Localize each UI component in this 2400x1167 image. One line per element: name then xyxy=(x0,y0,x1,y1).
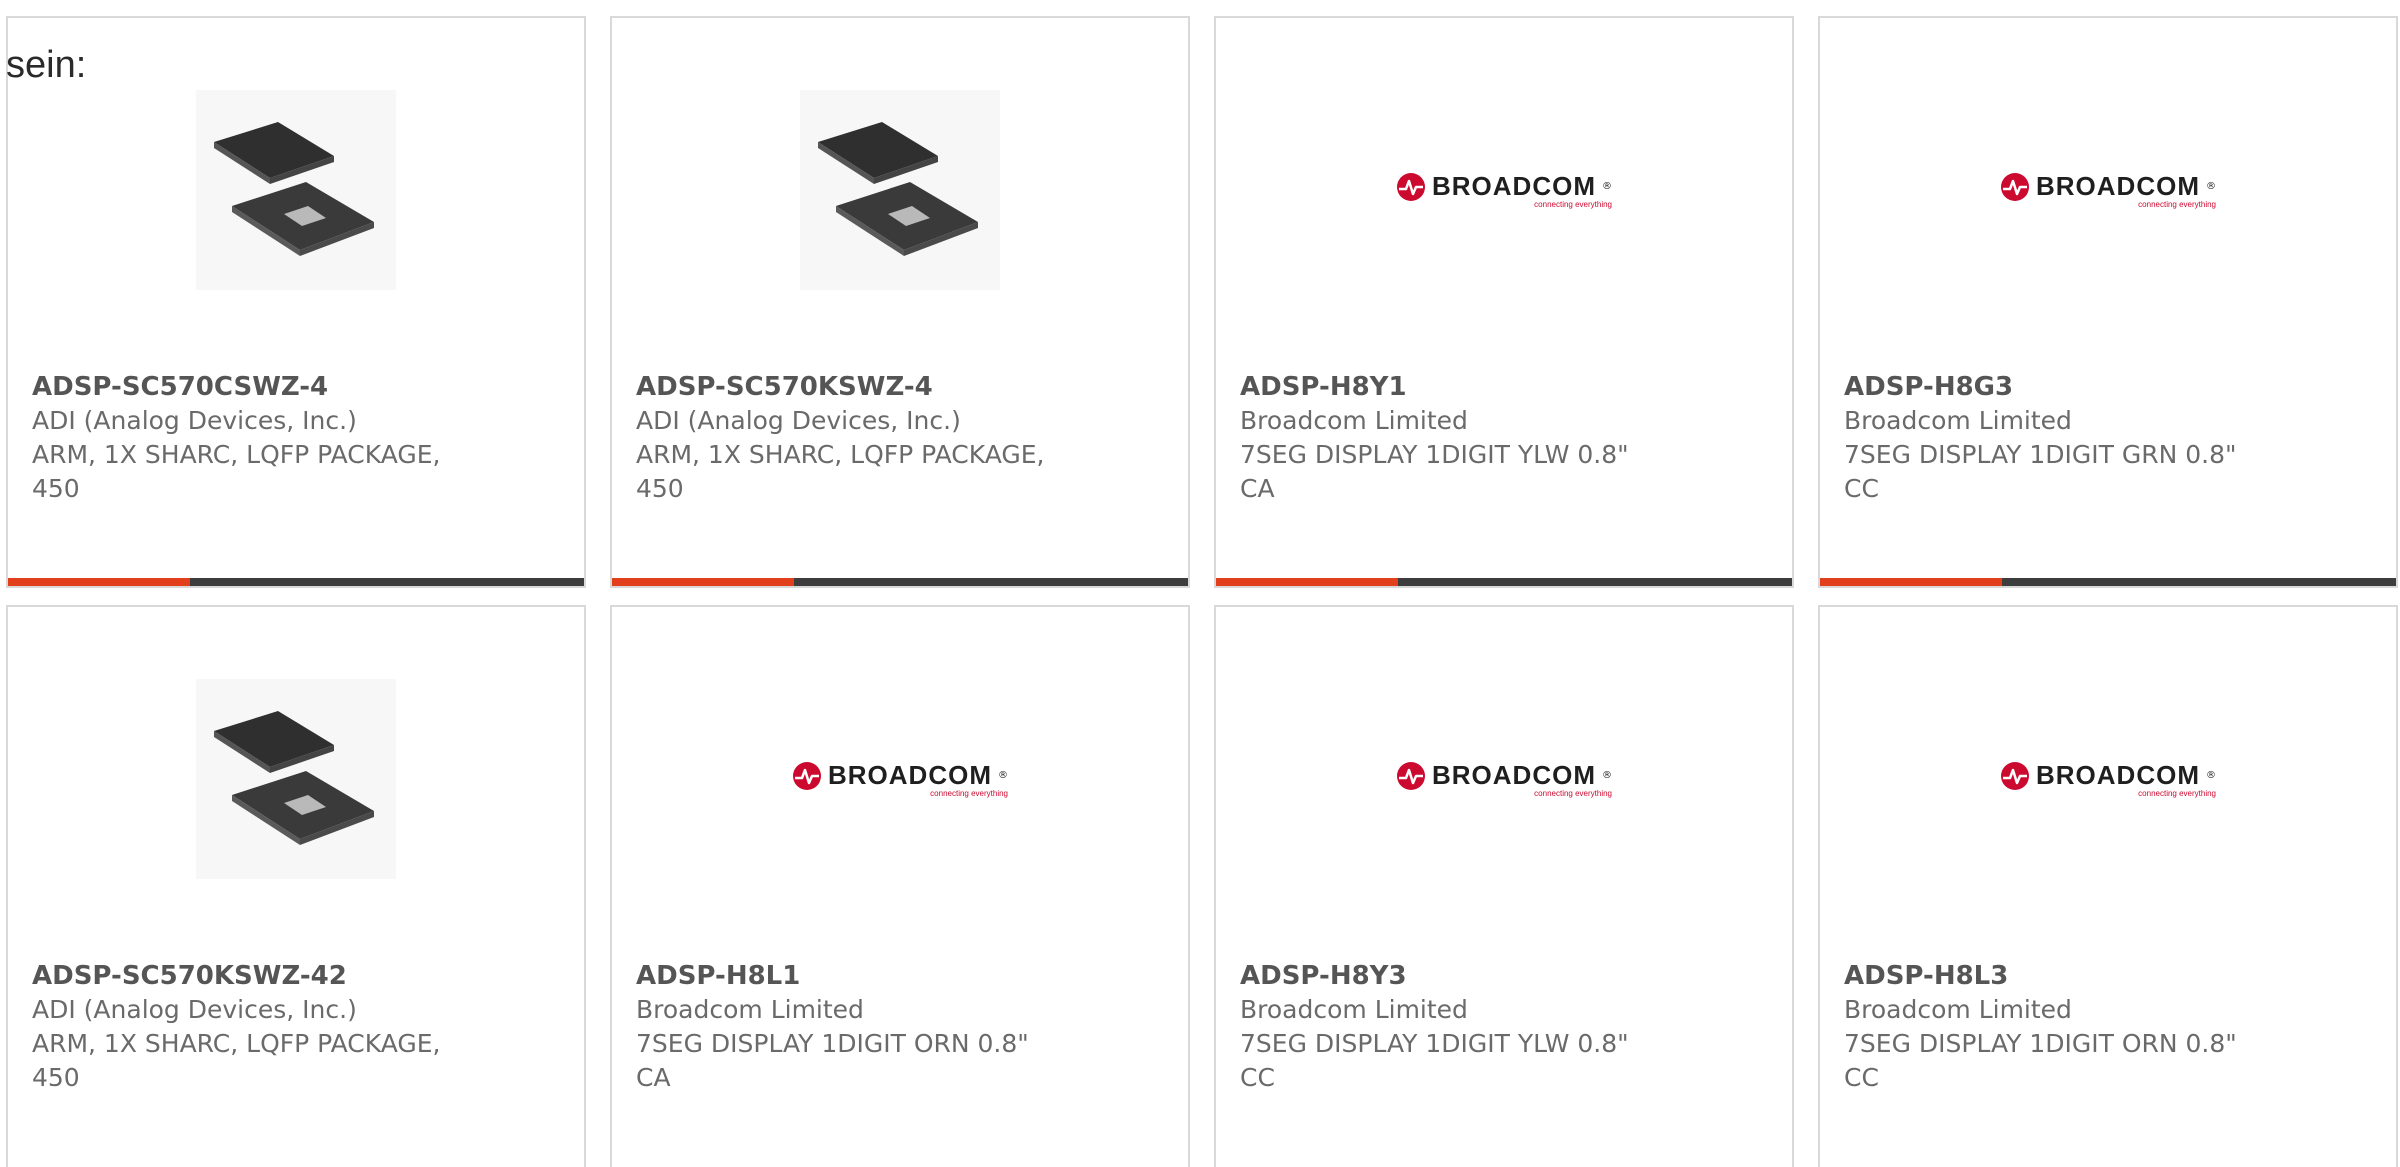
manufacturer-name: Broadcom Limited xyxy=(1240,406,1468,435)
part-number-link[interactable]: ADSP-SC570KSWZ-4 xyxy=(636,370,1056,404)
product-card[interactable]: BROADCOM ® connecting everything ADSP-H8G… xyxy=(1818,16,2398,588)
description-line: 7SEG DISPLAY 1DIGIT GRN 0.8" xyxy=(1844,440,2237,469)
product-image[interactable]: BROADCOM ® connecting everything xyxy=(612,679,1188,879)
description-line: CA xyxy=(1240,474,1275,503)
description-line: 7SEG DISPLAY 1DIGIT ORN 0.8" xyxy=(636,1029,1029,1058)
product-image[interactable] xyxy=(612,90,1188,290)
product-card[interactable]: ADSP-SC570KSWZ-42 ADI (Analog Devices, I… xyxy=(6,605,586,1167)
product-image[interactable]: BROADCOM ® connecting everything xyxy=(1216,679,1792,879)
broadcom-wordmark: BROADCOM xyxy=(1432,760,1596,790)
description-line: 450 xyxy=(32,1063,80,1092)
card-accent-bar xyxy=(8,578,584,586)
manufacturer-name: Broadcom Limited xyxy=(636,995,864,1024)
card-accent-bar xyxy=(1216,578,1792,586)
broadcom-pulse-icon xyxy=(793,761,821,790)
product-image[interactable]: BROADCOM ® connecting everything xyxy=(1820,679,2396,879)
broadcom-registered-mark: ® xyxy=(998,770,1008,781)
part-number-link[interactable]: ADSP-H8Y3 xyxy=(1240,959,1660,993)
product-info: ADSP-H8Y1 Broadcom Limited 7SEG DISPLAY … xyxy=(1240,370,1660,506)
broadcom-registered-mark: ® xyxy=(2206,181,2216,192)
part-number-link[interactable]: ADSP-H8L3 xyxy=(1844,959,2264,993)
description-line: ARM, 1X SHARC, LQFP PACKAGE, xyxy=(32,1029,441,1058)
broadcom-wordmark: BROADCOM xyxy=(1432,171,1596,201)
part-number-link[interactable]: ADSP-SC570KSWZ-42 xyxy=(32,959,452,993)
product-image[interactable] xyxy=(8,679,584,879)
card-accent-bar xyxy=(612,578,1188,586)
product-card[interactable]: BROADCOM ® connecting everything ADSP-H8L… xyxy=(1818,605,2398,1167)
product-info: ADSP-SC570KSWZ-42 ADI (Analog Devices, I… xyxy=(32,959,452,1095)
broadcom-registered-mark: ® xyxy=(1602,181,1612,192)
manufacturer-name: Broadcom Limited xyxy=(1844,995,2072,1024)
manufacturer-name: Broadcom Limited xyxy=(1240,995,1468,1024)
broadcom-wordmark: BROADCOM xyxy=(2036,171,2200,201)
product-image[interactable]: BROADCOM ® connecting everything xyxy=(1216,90,1792,290)
broadcom-logo: BROADCOM ® connecting everything xyxy=(2000,171,2216,209)
product-info: ADSP-SC570KSWZ-4 ADI (Analog Devices, In… xyxy=(636,370,1056,506)
chip-icon xyxy=(800,90,1000,290)
product-info: ADSP-H8G3 Broadcom Limited 7SEG DISPLAY … xyxy=(1844,370,2264,506)
intro-text: sein: xyxy=(6,44,87,86)
broadcom-registered-mark: ® xyxy=(2206,770,2216,781)
product-image[interactable] xyxy=(8,90,584,290)
broadcom-logo: BROADCOM ® connecting everything xyxy=(2000,760,2216,798)
broadcom-wordmark: BROADCOM xyxy=(2036,760,2200,790)
description-line: 450 xyxy=(32,474,80,503)
description-line: 7SEG DISPLAY 1DIGIT ORN 0.8" xyxy=(1844,1029,2237,1058)
description-line: CC xyxy=(1844,474,1879,503)
description-line: CC xyxy=(1844,1063,1879,1092)
broadcom-pulse-icon xyxy=(2001,172,2029,201)
broadcom-pulse-icon xyxy=(2001,761,2029,790)
product-card[interactable]: BROADCOM ® connecting everything ADSP-H8Y… xyxy=(1214,605,1794,1167)
broadcom-logo: BROADCOM ® connecting everything xyxy=(792,760,1008,798)
manufacturer-name: ADI (Analog Devices, Inc.) xyxy=(636,406,961,435)
part-number-link[interactable]: ADSP-H8L1 xyxy=(636,959,1056,993)
product-image[interactable]: BROADCOM ® connecting everything xyxy=(1820,90,2396,290)
description-line: CC xyxy=(1240,1063,1275,1092)
product-grid-page: sein: ADSP-SC570CSWZ-4 ADI (Analog Devic… xyxy=(0,0,2400,1167)
description-line: 7SEG DISPLAY 1DIGIT YLW 0.8" xyxy=(1240,440,1629,469)
description-line: ARM, 1X SHARC, LQFP PACKAGE, xyxy=(636,440,1045,469)
chip-icon xyxy=(196,90,396,290)
broadcom-wordmark: BROADCOM xyxy=(828,760,992,790)
product-info: ADSP-H8Y3 Broadcom Limited 7SEG DISPLAY … xyxy=(1240,959,1660,1095)
broadcom-pulse-icon xyxy=(1397,761,1425,790)
broadcom-registered-mark: ® xyxy=(1602,770,1612,781)
card-accent-bar xyxy=(1820,578,2396,586)
manufacturer-name: Broadcom Limited xyxy=(1844,406,2072,435)
product-card[interactable]: ADSP-SC570KSWZ-4 ADI (Analog Devices, In… xyxy=(610,16,1190,588)
description-line: 450 xyxy=(636,474,684,503)
description-line: CA xyxy=(636,1063,671,1092)
description-line: ARM, 1X SHARC, LQFP PACKAGE, xyxy=(32,440,441,469)
manufacturer-name: ADI (Analog Devices, Inc.) xyxy=(32,406,357,435)
product-card[interactable]: BROADCOM ® connecting everything ADSP-H8L… xyxy=(610,605,1190,1167)
broadcom-pulse-icon xyxy=(1397,172,1425,201)
broadcom-logo: BROADCOM ® connecting everything xyxy=(1396,171,1612,209)
part-number-link[interactable]: ADSP-H8Y1 xyxy=(1240,370,1660,404)
chip-icon xyxy=(196,679,396,879)
product-card[interactable]: BROADCOM ® connecting everything ADSP-H8Y… xyxy=(1214,16,1794,588)
product-info: ADSP-SC570CSWZ-4 ADI (Analog Devices, In… xyxy=(32,370,452,506)
product-info: ADSP-H8L1 Broadcom Limited 7SEG DISPLAY … xyxy=(636,959,1056,1095)
part-number-link[interactable]: ADSP-H8G3 xyxy=(1844,370,2264,404)
manufacturer-name: ADI (Analog Devices, Inc.) xyxy=(32,995,357,1024)
broadcom-logo: BROADCOM ® connecting everything xyxy=(1396,760,1612,798)
product-card[interactable]: ADSP-SC570CSWZ-4 ADI (Analog Devices, In… xyxy=(6,16,586,588)
part-number-link[interactable]: ADSP-SC570CSWZ-4 xyxy=(32,370,452,404)
description-line: 7SEG DISPLAY 1DIGIT YLW 0.8" xyxy=(1240,1029,1629,1058)
product-info: ADSP-H8L3 Broadcom Limited 7SEG DISPLAY … xyxy=(1844,959,2264,1095)
